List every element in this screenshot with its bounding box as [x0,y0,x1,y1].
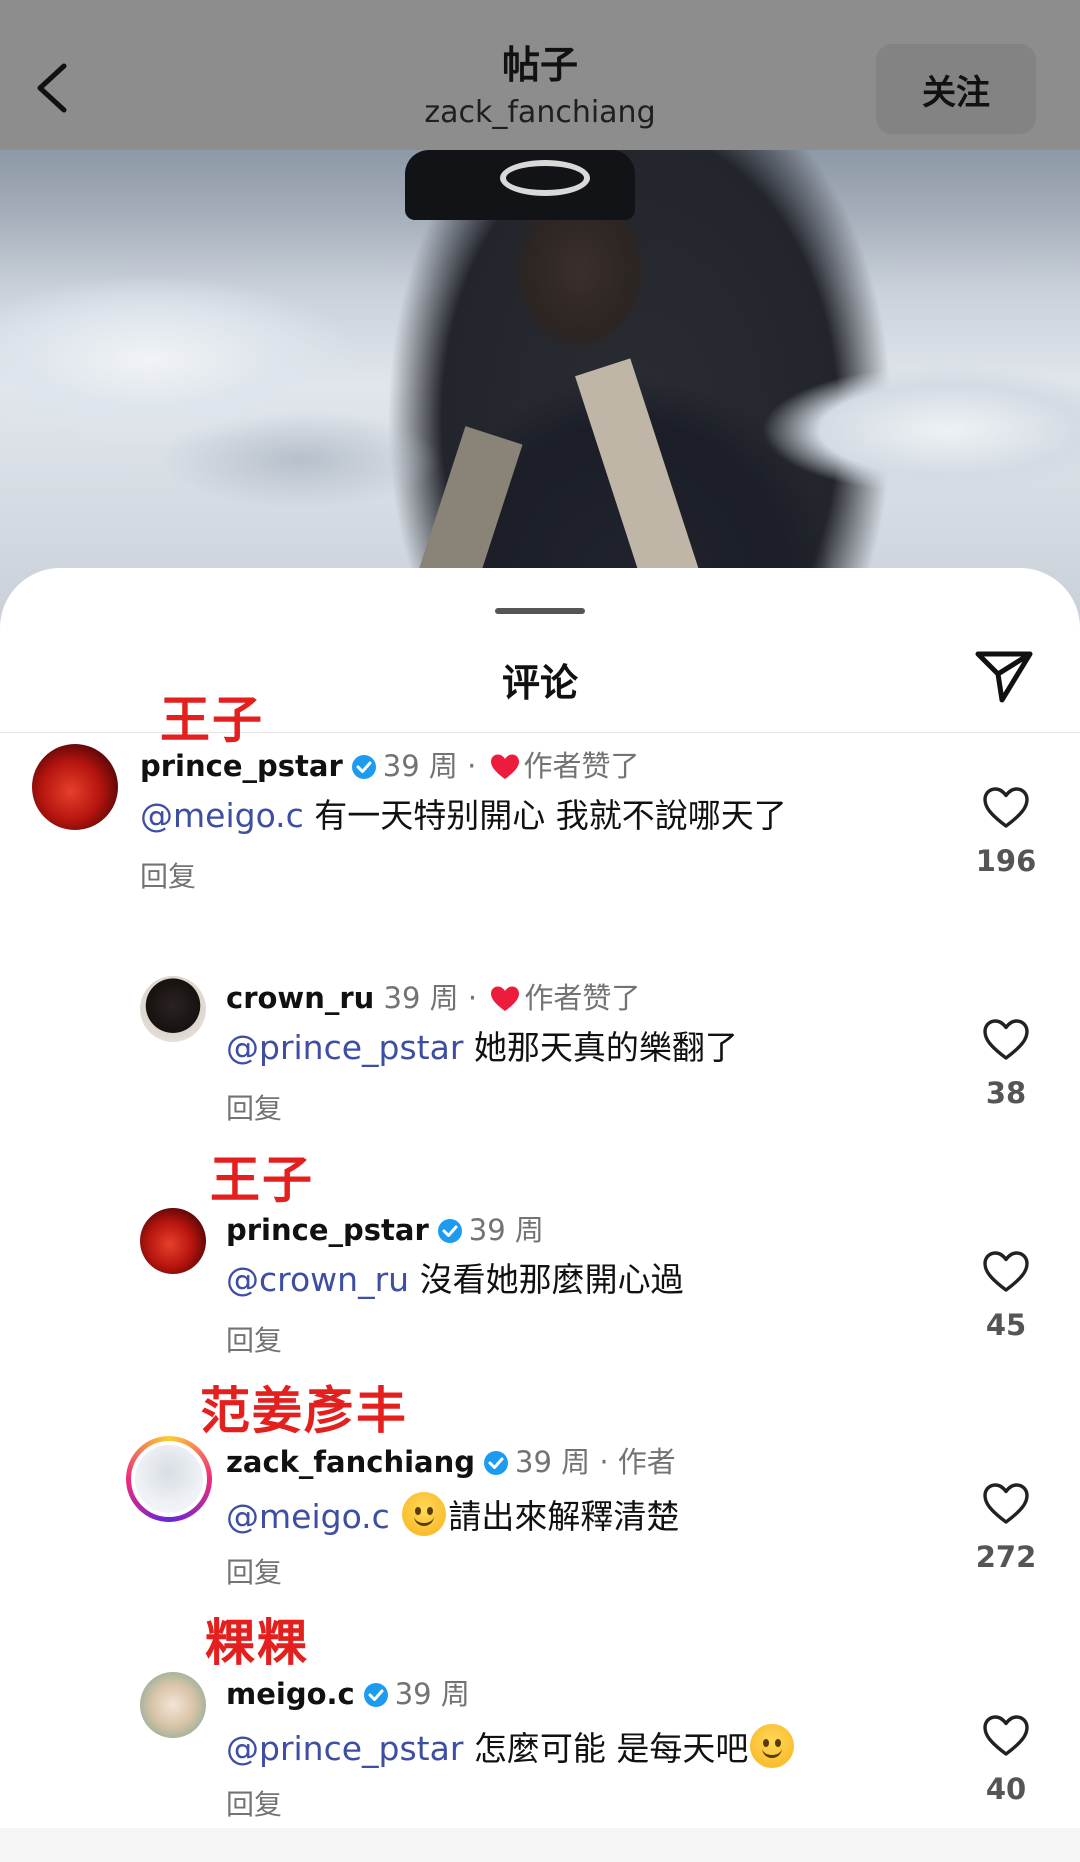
comment-time: 39 周 [468,1213,544,1247]
send-icon [975,651,1033,703]
comment-meta: crown_ru 39 周 · 作者赞了 [226,981,641,1015]
like-count: 40 [985,1772,1027,1806]
reply-button[interactable]: 回复 [226,1324,282,1358]
mention-link[interactable]: @prince_pstar [226,1729,463,1768]
comment-text: @prince_pstar 怎麼可能 是每天吧 [226,1724,796,1769]
like-heart-icon[interactable] [982,1250,1030,1294]
like-count: 196 [975,844,1037,878]
reply-button[interactable]: 回复 [226,1556,282,1590]
like-count: 38 [985,1076,1027,1110]
like-count: 272 [975,1540,1037,1574]
comment-meta: meigo.c 39 周 [226,1676,470,1712]
comment-username[interactable]: crown_ru [226,981,374,1015]
like-control: 38 [968,1018,1044,1110]
reply-button[interactable]: 回复 [226,1788,282,1822]
comment-item: crown_ru 39 周 · 作者赞了 @prince_pstar 她那天真的… [0,972,1080,1142]
comment-item: zack_fanchiang 39 周 · 作者 @meigo.c 請出來解釋清楚… [0,1436,1080,1606]
comment-text: @prince_pstar 她那天真的樂翻了 [226,1028,738,1068]
avatar-image [131,1441,207,1517]
bottom-bar [0,1828,1080,1862]
drag-handle[interactable] [495,608,585,614]
mention-link[interactable]: @crown_ru [226,1260,409,1299]
like-heart-icon[interactable] [982,1714,1030,1758]
comment-body: 有一天特别開心 我就不說哪天了 [303,796,787,835]
comment-meta: prince_pstar 39 周 · 作者赞了 [140,749,640,783]
comment-meta: zack_fanchiang 39 周 · 作者 [226,1445,676,1479]
follow-button[interactable]: 关注 [876,44,1036,134]
smile-emoji-icon [402,1492,447,1536]
comment-body: 沒看她那麼開心過 [409,1260,684,1299]
comment-username[interactable]: prince_pstar [140,749,343,783]
verified-icon [484,1451,509,1475]
comment-body: 請出來解釋清楚 [448,1497,680,1536]
goggle-logo [500,160,590,196]
comment-username[interactable]: meigo.c [226,1677,355,1711]
mention-link[interactable]: @meigo.c [226,1497,390,1536]
like-heart-icon[interactable] [982,1018,1030,1062]
comment-time: 39 周 [515,1445,591,1479]
like-control: 196 [968,786,1044,878]
comment-text: @meigo.c 請出來解釋清楚 [226,1492,679,1537]
like-count: 45 [985,1308,1027,1342]
smile-emoji-icon [750,1724,795,1768]
avatar[interactable] [140,976,206,1042]
annotation-label: 王子 [210,1151,314,1209]
comment-body: 怎麼可能 是每天吧 [463,1729,749,1768]
reply-button[interactable]: 回复 [140,860,196,894]
comment-username[interactable]: prince_pstar [226,1213,429,1247]
comment-meta: prince_pstar 39 周 [226,1212,544,1248]
verified-icon [351,755,376,779]
like-control: 40 [968,1714,1044,1806]
mention-link[interactable]: @meigo.c [140,796,304,835]
comment-body: 她那天真的樂翻了 [463,1028,738,1067]
top-bar: 帖子 zack_fanchiang 关注 [0,0,1080,150]
comment-time: 39 周 [382,749,458,783]
like-control: 45 [968,1250,1044,1342]
avatar[interactable] [140,1208,206,1274]
comment-item: prince_pstar 39 周 @crown_ru 沒看她那麼開心過 回复 4… [0,1204,1080,1374]
verified-icon [437,1219,462,1243]
verified-icon [363,1683,388,1707]
author-tag: 作者 [617,1445,676,1479]
annotation-label: 范姜彥丰 [200,1382,408,1440]
mention-link[interactable]: @prince_pstar [226,1028,463,1067]
avatar[interactable] [126,1436,212,1522]
like-heart-icon[interactable] [982,1482,1030,1526]
share-button[interactable] [972,644,1036,708]
comment-item: meigo.c 39 周 @prince_pstar 怎麼可能 是每天吧 回复 4… [0,1668,1080,1838]
reply-button[interactable]: 回复 [226,1092,282,1126]
comment-item: prince_pstar 39 周 · 作者赞了 @meigo.c 有一天特别開心… [0,740,1080,910]
heart-icon [490,754,519,779]
like-control: 272 [968,1482,1044,1574]
avatar[interactable] [140,1672,206,1738]
comment-text: @crown_ru 沒看她那麼開心過 [226,1260,684,1300]
like-heart-icon[interactable] [982,786,1030,830]
heart-icon [491,986,520,1011]
comment-username[interactable]: zack_fanchiang [226,1445,475,1479]
author-liked-label: 作者赞了 [523,749,640,783]
annotation-label: 粿粿 [205,1614,309,1672]
comment-time: 39 周 [394,1677,470,1711]
comment-time: 39 周 [383,981,459,1015]
comment-text: @meigo.c 有一天特别開心 我就不說哪天了 [140,796,787,836]
author-liked-label: 作者赞了 [524,981,641,1015]
avatar[interactable] [32,744,118,830]
